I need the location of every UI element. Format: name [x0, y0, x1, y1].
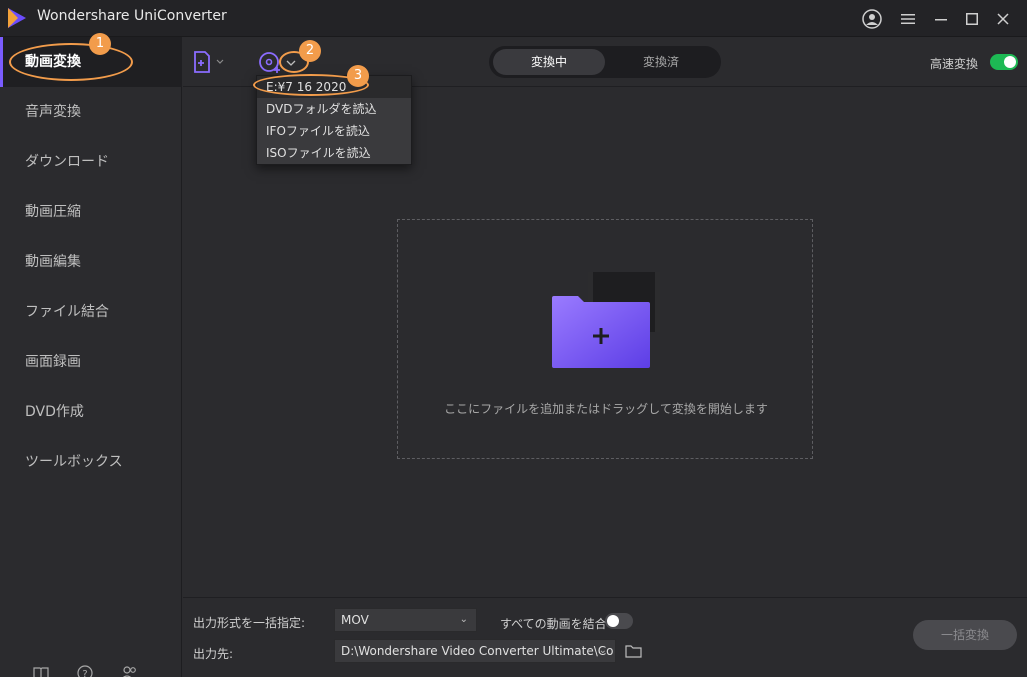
- users-icon[interactable]: [119, 663, 139, 677]
- tab-converted[interactable]: 変換済: [605, 49, 717, 75]
- bottom-bar: 出力形式を一括指定: MOV ⌄ すべての動画を結合 出力先: D:\Wonde…: [183, 597, 1027, 677]
- format-label: 出力形式を一括指定:: [193, 616, 306, 630]
- sidebar-item-download[interactable]: ダウンロード: [0, 137, 182, 187]
- menu-icon[interactable]: [897, 8, 919, 30]
- sidebar-item-label: DVD作成: [25, 404, 84, 420]
- format-select-value: MOV: [341, 613, 369, 627]
- annotation-badge-2: 2: [299, 40, 321, 62]
- maximize-icon[interactable]: [961, 8, 983, 30]
- fast-convert-label: 高速変換: [930, 57, 979, 71]
- app-logo-icon: [8, 8, 26, 28]
- title-bar: Wondershare UniConverter: [0, 0, 1027, 37]
- toggle-knob: [607, 615, 619, 627]
- convert-all-button[interactable]: 一括変換: [913, 620, 1017, 650]
- sidebar-item-dvd[interactable]: DVD作成: [0, 387, 182, 437]
- dest-label: 出力先:: [193, 647, 234, 661]
- status-tabs: 変換中 変換済: [489, 46, 721, 78]
- dest-select-value: D:\Wondershare Video Converter Ultimate\…: [341, 644, 614, 658]
- toggle-knob: [1004, 56, 1016, 68]
- chevron-down-icon: ⌄: [459, 614, 468, 625]
- account-icon[interactable]: [861, 8, 883, 30]
- sidebar-item-compress[interactable]: 動画圧縮: [0, 187, 182, 237]
- merge-toggle[interactable]: [605, 613, 633, 629]
- help-icon[interactable]: ?: [75, 663, 95, 677]
- sidebar-item-merge[interactable]: ファイル結合: [0, 287, 182, 337]
- svg-text:?: ?: [82, 669, 87, 677]
- menu-item-load-iso[interactable]: ISOファイルを読込: [257, 142, 411, 164]
- add-file-icon: [194, 51, 224, 73]
- close-icon[interactable]: [992, 8, 1014, 30]
- merge-label: すべての動画を結合: [500, 617, 607, 631]
- annotation-oval-1: [9, 43, 133, 81]
- chevron-down-icon: ⌄: [598, 645, 607, 656]
- sidebar-item-label: ファイル結合: [25, 304, 109, 320]
- sidebar-item-edit[interactable]: 動画編集: [0, 237, 182, 287]
- folder-icon[interactable]: [625, 643, 643, 659]
- sidebar-item-label: 動画編集: [25, 254, 81, 270]
- drop-zone[interactable]: ここにファイルを追加またはドラッグして変換を開始します: [397, 219, 813, 459]
- tab-converting[interactable]: 変換中: [493, 49, 605, 75]
- sidebar-item-label: 画面録画: [25, 354, 81, 370]
- fast-convert-toggle[interactable]: [990, 54, 1018, 70]
- minimize-icon[interactable]: [930, 8, 952, 30]
- sidebar-item-toolbox[interactable]: ツールボックス: [0, 437, 182, 487]
- sidebar-item-label: 動画圧縮: [25, 204, 81, 220]
- annotation-badge-1: 1: [89, 33, 111, 55]
- menu-item-load-ifo[interactable]: IFOファイルを読込: [257, 120, 411, 142]
- format-select[interactable]: MOV ⌄: [334, 608, 477, 632]
- app-title: Wondershare UniConverter: [37, 8, 227, 24]
- sidebar: 動画変換 音声変換 ダウンロード 動画圧縮 動画編集 ファイル結合 画面録画 D…: [0, 37, 182, 677]
- book-icon[interactable]: [31, 663, 51, 677]
- sidebar-item-screen-record[interactable]: 画面録画: [0, 337, 182, 387]
- sidebar-item-label: ツールボックス: [25, 454, 123, 470]
- drop-zone-text: ここにファイルを追加またはドラッグして変換を開始します: [444, 402, 768, 416]
- menu-item-load-dvd-folder[interactable]: DVDフォルダを読込: [257, 98, 411, 120]
- add-folder-icon: [552, 272, 660, 368]
- annotation-badge-3: 3: [347, 65, 369, 87]
- dest-select[interactable]: D:\Wondershare Video Converter Ultimate\…: [334, 639, 616, 663]
- sidebar-item-audio-convert[interactable]: 音声変換: [0, 87, 182, 137]
- sidebar-item-label: ダウンロード: [25, 154, 109, 170]
- sidebar-item-label: 音声変換: [25, 104, 81, 120]
- add-file-button[interactable]: [193, 51, 227, 73]
